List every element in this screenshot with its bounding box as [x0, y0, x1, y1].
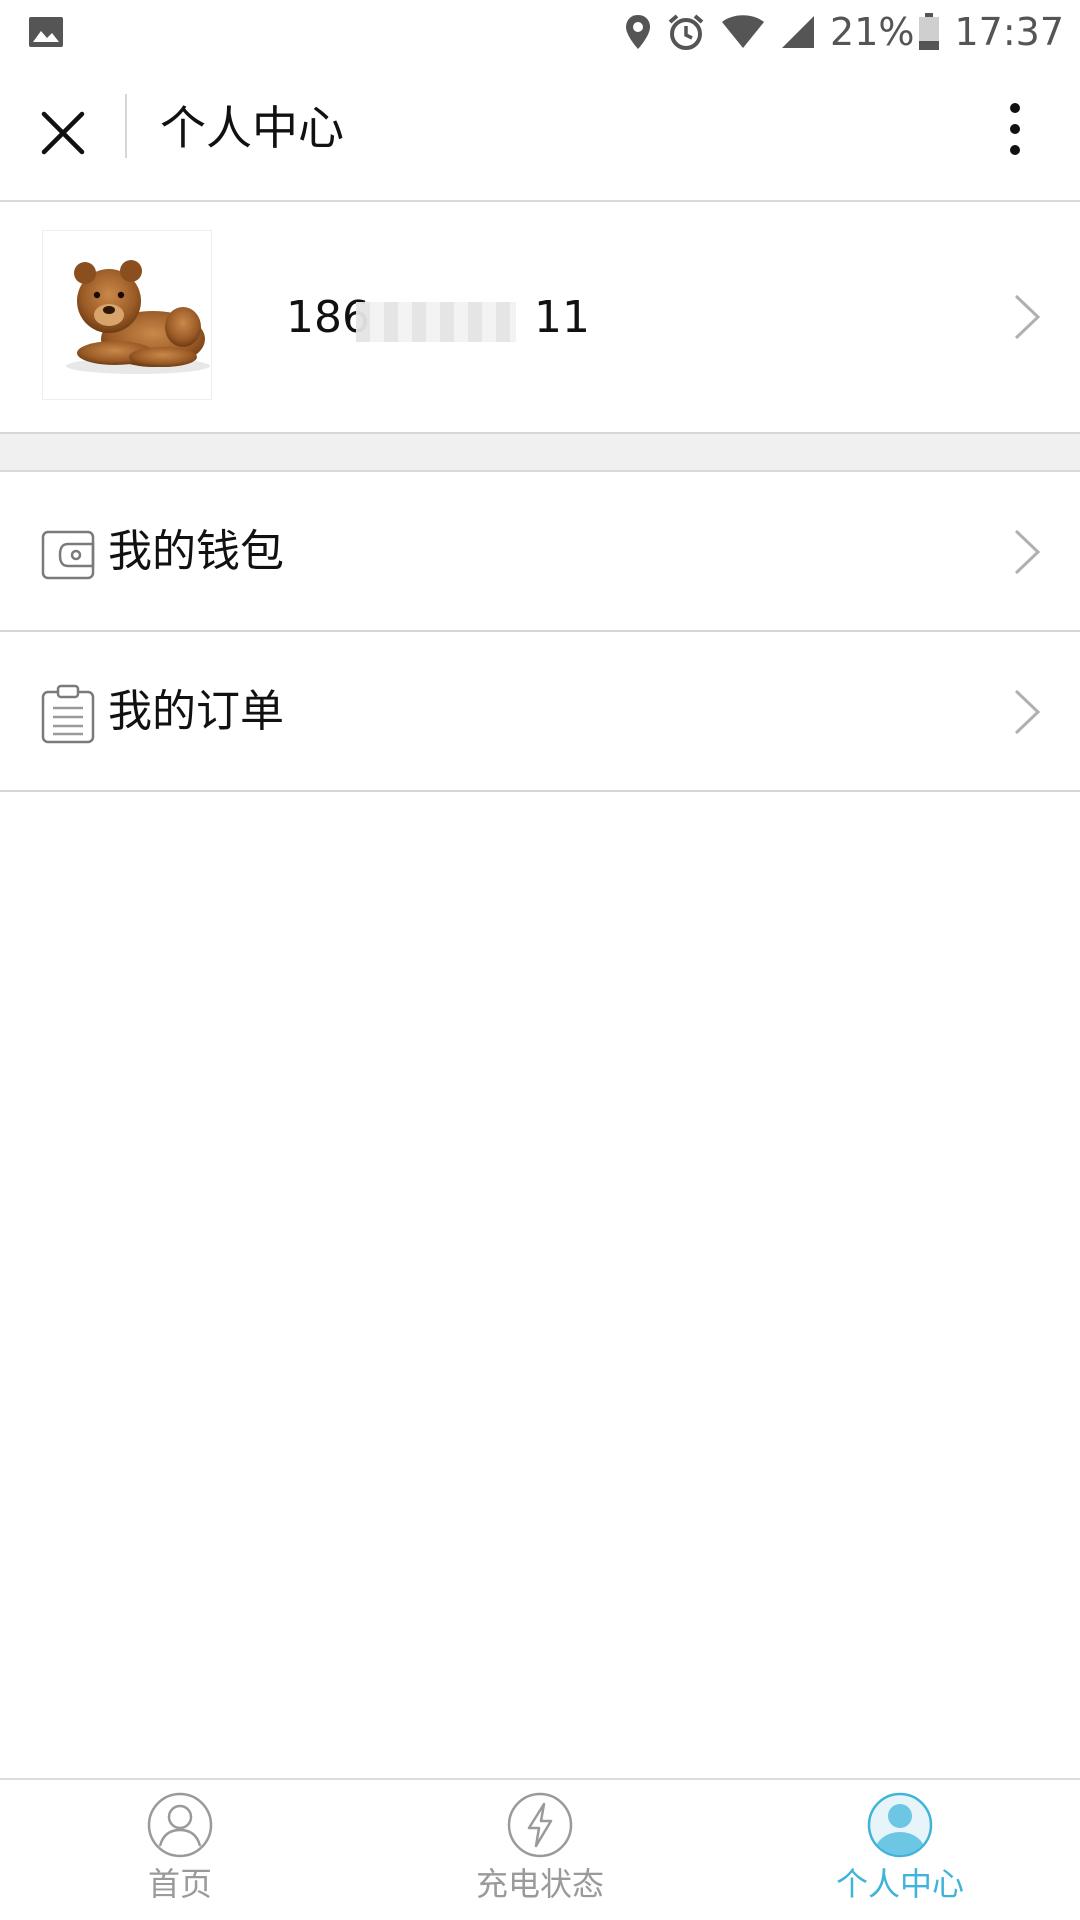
nav-item-profile[interactable]: 个人中心	[800, 1792, 1000, 1918]
avatar	[42, 230, 212, 400]
title-divider	[125, 94, 127, 158]
chevron-right-icon	[1014, 689, 1041, 735]
masked-phone-digits	[356, 302, 516, 342]
chevron-right-icon	[1014, 529, 1041, 575]
user-filled-icon	[867, 1792, 933, 1858]
image-icon	[28, 16, 64, 48]
status-bar: 21% 17:37	[0, 0, 1080, 64]
lightning-icon	[507, 1792, 573, 1858]
wifi-icon	[720, 14, 766, 50]
battery-level: 21%	[830, 10, 915, 54]
user-circle-icon	[147, 1792, 213, 1858]
menu-item-label: 我的订单	[108, 686, 284, 737]
nav-label-profile: 个人中心	[835, 1865, 964, 1903]
title-bar: 个人中心	[0, 64, 1080, 202]
clipboard-icon	[41, 684, 95, 744]
location-icon	[624, 13, 652, 51]
page-title: 个人中心	[160, 101, 344, 155]
close-icon	[41, 111, 85, 155]
close-button[interactable]	[32, 102, 94, 164]
signal-icon	[780, 14, 816, 50]
more-menu-button[interactable]	[990, 94, 1040, 164]
bottom-navigation: 首页 充电状态 个人中心	[0, 1778, 1080, 1920]
section-gap	[0, 434, 1080, 472]
menu-item-wallet[interactable]: 我的钱包	[0, 472, 1080, 632]
profile-row[interactable]: 186 11	[0, 202, 1080, 434]
nav-label-charging-status: 充电状态	[475, 1865, 604, 1903]
clock: 17:37	[954, 10, 1064, 54]
alarm-icon	[666, 12, 706, 52]
menu-item-orders[interactable]: 我的订单	[0, 632, 1080, 792]
nav-item-home[interactable]: 首页	[80, 1792, 280, 1918]
screen: 21% 17:37 个人中心 186 11 我的钱包 我的订单 首页 充电状态 …	[0, 0, 1080, 1920]
nav-item-charging-status[interactable]: 充电状态	[440, 1792, 640, 1918]
chevron-right-icon	[1014, 294, 1041, 340]
nav-label-home: 首页	[147, 1865, 212, 1903]
teddy-bear-avatar	[66, 260, 210, 374]
more-vertical-icon	[1010, 103, 1020, 155]
battery-icon	[918, 13, 940, 51]
wallet-icon	[41, 530, 95, 580]
menu-item-label: 我的钱包	[108, 526, 284, 577]
